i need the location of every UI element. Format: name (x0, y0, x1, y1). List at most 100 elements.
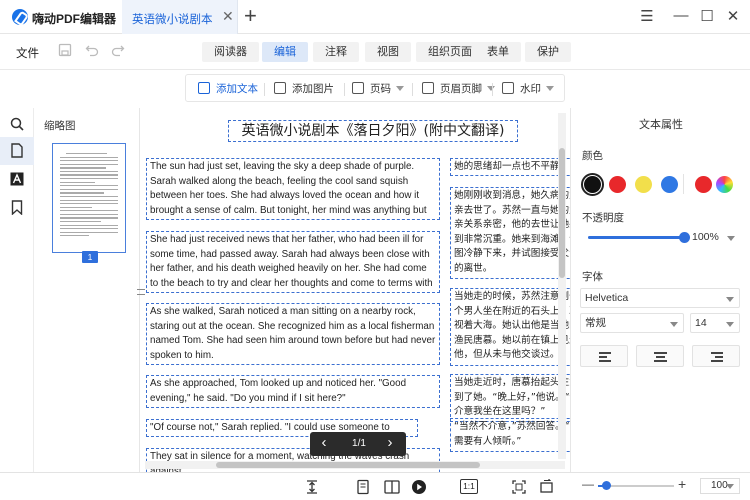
minimize-button[interactable]: — (671, 7, 691, 24)
add-image-button[interactable]: 添加图片 (274, 80, 334, 98)
cn-text-block-1[interactable]: 她的思绪却一点也不平静。 (450, 158, 570, 176)
color-label: 颜色 (582, 150, 603, 162)
color-swatch-blue[interactable] (661, 176, 678, 193)
align-left-button[interactable] (580, 345, 628, 367)
cn-text-block-2[interactable]: 她刚刚收到消息，她久病的父亲去世了。苏然一直与她的父亲关系亲密，他的去世让她感到… (450, 187, 570, 279)
panel-title: 文本属性 (639, 119, 683, 131)
app-logo-icon (12, 9, 28, 25)
search-button[interactable] (0, 110, 34, 138)
font-style-select[interactable]: 常规 (580, 313, 684, 333)
maximize-button[interactable]: ☐ (697, 7, 717, 25)
vertical-scroll-thumb[interactable] (559, 148, 565, 278)
chevron-down-icon (670, 322, 678, 327)
align-right-button[interactable] (692, 345, 740, 367)
header-footer-button[interactable]: 页眉页脚 (422, 80, 495, 98)
tab-close-icon[interactable]: ✕ (222, 8, 234, 25)
edit-toolbar: 添加文本 添加图片 页码 页眉页脚 水印 (185, 74, 565, 102)
redo-icon[interactable] (111, 43, 125, 57)
opacity-label: 不透明度 (582, 212, 624, 224)
menu-icon[interactable]: ☰ (637, 7, 657, 25)
cn-text-block-4[interactable]: 当她走近时，唐慕抬起头注意到了她。“晚上好，”他说。“你介意我坐在这里吗？” (450, 374, 570, 422)
document-title[interactable]: 英语微小说剧本《落日夕阳》(附中文翻译) (228, 120, 518, 142)
chevron-down-icon (726, 484, 734, 489)
search-icon (10, 117, 24, 131)
align-center-button[interactable] (636, 345, 684, 367)
previous-page-button[interactable]: ‹ (316, 434, 332, 451)
watermark-button[interactable]: 水印 (502, 80, 554, 98)
tab-protect[interactable]: 保护 (525, 42, 571, 62)
watermark-icon (502, 82, 514, 94)
zoom-in-button[interactable]: + (678, 476, 686, 492)
panel-resize-handle[interactable] (137, 289, 145, 295)
bookmarks-button[interactable] (0, 194, 34, 222)
play-icon[interactable] (411, 479, 427, 495)
text-block-3[interactable]: As she walked, Sarah noticed a man sitti… (146, 303, 440, 365)
chevron-down-icon (726, 322, 734, 327)
page-indicator: 1/1 (352, 438, 366, 449)
thumbnail-panel: 缩略图 (34, 108, 140, 472)
bookmark-icon (11, 200, 23, 215)
font-size-select[interactable]: 14 (690, 313, 740, 333)
header-footer-icon (422, 82, 434, 94)
tab-edit[interactable]: 编辑 (262, 42, 308, 62)
font-label: 字体 (582, 271, 603, 283)
fit-height-icon[interactable] (305, 479, 319, 495)
add-text-icon (198, 82, 210, 94)
file-menu[interactable]: 文件 (16, 45, 39, 61)
document-tab-label: 英语微小说剧本《落日夕阳》（附中文翻译）.pdf (132, 14, 216, 26)
zoom-level-field[interactable]: 100 (700, 478, 740, 494)
new-tab-button[interactable]: + (244, 3, 257, 29)
cn-text-block-3[interactable]: 当她走的时候，苏然注意到一个男人坐在附近的石头上，凝视着大海。她认出他是当地的渔… (450, 288, 570, 366)
font-icon (10, 172, 24, 186)
rotate-page-icon[interactable] (539, 479, 555, 495)
tab-reader[interactable]: 阅读器 (202, 42, 259, 62)
fit-page-icon[interactable] (512, 479, 526, 495)
text-block-1[interactable]: The sun had just set, leaving the sky a … (146, 158, 440, 220)
page-thumbnail[interactable] (52, 143, 126, 253)
two-page-icon[interactable] (384, 479, 400, 495)
chevron-down-icon (726, 297, 734, 302)
thumbnails-button[interactable] (0, 137, 34, 165)
zoom-out-button[interactable]: — (582, 477, 594, 491)
app-name: 嗨动PDF编辑器 (32, 12, 117, 26)
page-number-button[interactable]: 页码 (352, 80, 404, 98)
document-tab[interactable]: 英语微小说剧本《落日夕阳》（附中文翻译）.pdf ✕ (122, 0, 238, 34)
actual-size-button[interactable]: 1:1 (460, 479, 478, 494)
page-navigator: ‹ 1/1 › (310, 432, 406, 456)
save-icon[interactable] (58, 43, 72, 57)
tab-view[interactable]: 视图 (365, 42, 411, 62)
text-properties-panel: 文本属性 颜色 不透明度 100% 字体 Helvetica 常规 14 (570, 108, 750, 472)
text-block-2[interactable]: She had just received news that her fath… (146, 231, 440, 293)
next-page-button[interactable]: › (382, 434, 398, 451)
color-swatch-yellow[interactable] (635, 176, 652, 193)
text-recognition-button[interactable] (0, 166, 34, 194)
color-picker-icon[interactable] (716, 176, 733, 193)
color-swatch-red-2[interactable] (695, 176, 712, 193)
chevron-down-icon (487, 86, 495, 91)
single-page-icon[interactable] (357, 479, 369, 495)
chevron-down-icon (546, 86, 554, 91)
document-canvas[interactable]: 英语微小说剧本《落日夕阳》(附中文翻译) The sun had just se… (140, 108, 570, 472)
cn-text-block-5[interactable]: “当然不介意，”苏然回答。“我需要有人倾听。” (450, 418, 570, 452)
title-bar: 嗨动PDF编辑器 英语微小说剧本《落日夕阳》（附中文翻译）.pdf ✕ + ☰ … (0, 0, 750, 34)
color-swatch-red[interactable] (609, 176, 626, 193)
tab-organize-pages[interactable]: 组织页面 (416, 42, 484, 62)
color-swatch-black[interactable] (584, 176, 601, 193)
menu-bar: 文件 阅读器 编辑 注释 视图 组织页面 表单 保护 (0, 34, 750, 70)
tab-annotate[interactable]: 注释 (313, 42, 359, 62)
font-family-select[interactable]: Helvetica (580, 288, 740, 308)
thumbnail-title: 缩略图 (44, 120, 76, 132)
close-window-button[interactable]: ✕ (723, 7, 743, 25)
left-rail (0, 108, 34, 472)
opacity-fill (588, 236, 685, 239)
opacity-select[interactable]: 100% (688, 228, 740, 248)
chevron-down-icon (727, 236, 735, 241)
tab-forms[interactable]: 表单 (475, 42, 521, 62)
page-number-badge: 1 (82, 251, 98, 263)
horizontal-scroll-thumb[interactable] (216, 462, 480, 468)
text-block-4[interactable]: As she approached, Tom looked up and not… (146, 375, 440, 408)
zoom-slider-handle[interactable] (602, 481, 611, 490)
add-text-button[interactable]: 添加文本 (198, 80, 258, 98)
page-number-icon (352, 82, 364, 94)
undo-icon[interactable] (85, 43, 99, 57)
